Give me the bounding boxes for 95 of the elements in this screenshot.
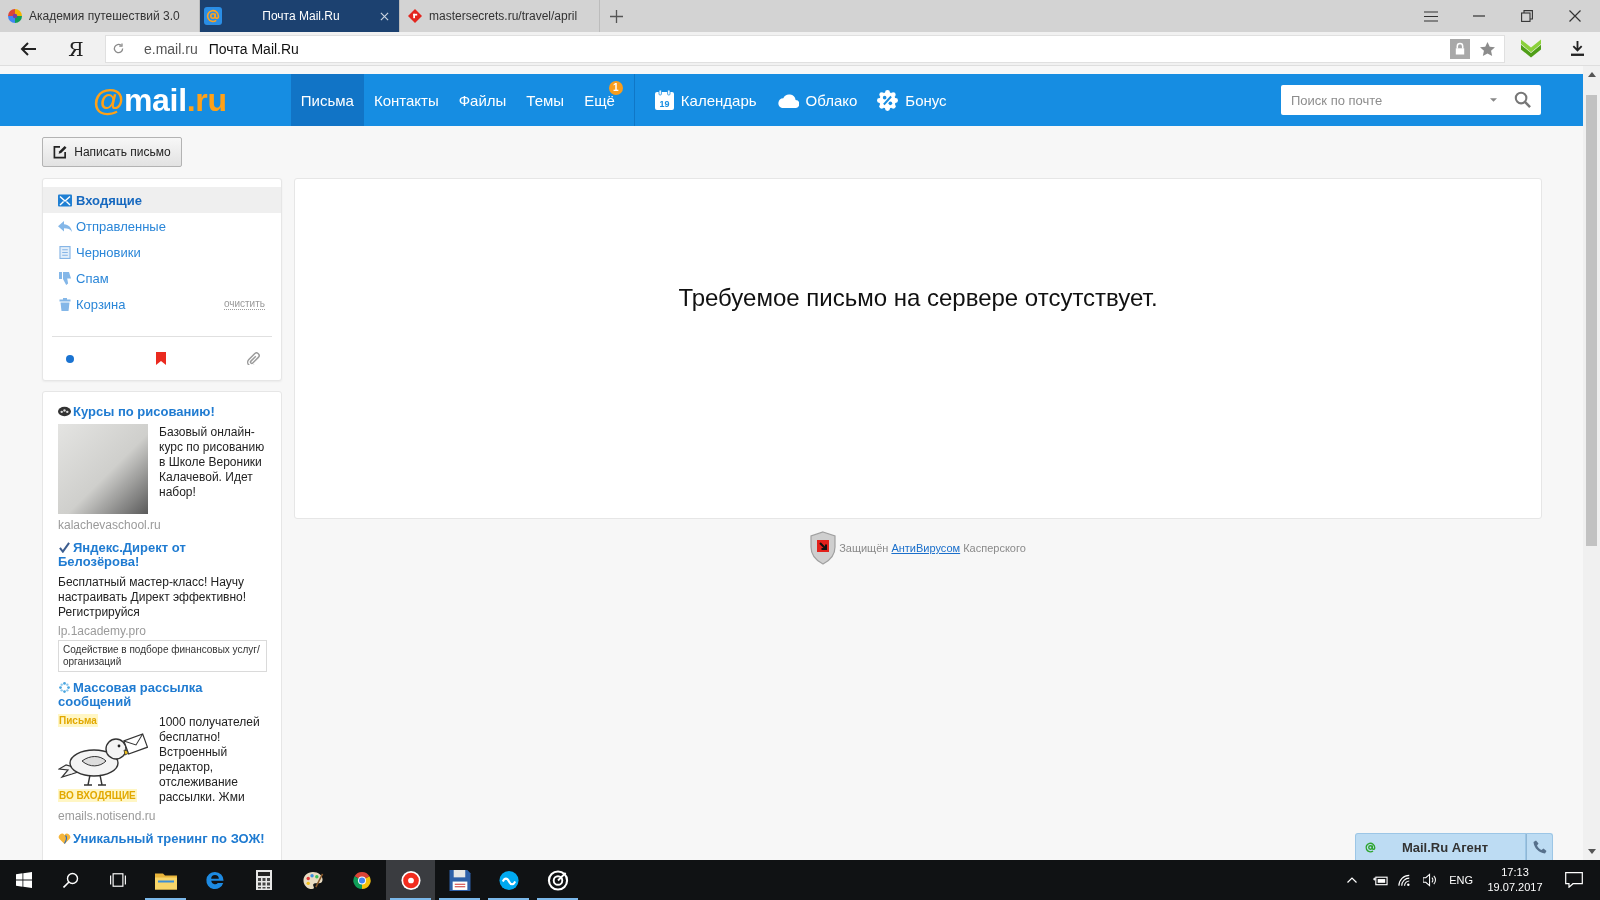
taskbar-button[interactable] — [386, 860, 435, 900]
envelope-icon — [58, 193, 72, 207]
edit-icon — [53, 145, 68, 159]
search-icon[interactable] — [62, 872, 79, 888]
start-icon[interactable] — [15, 872, 32, 888]
task-view-icon[interactable] — [109, 872, 126, 888]
notification-icon[interactable] — [1565, 872, 1583, 888]
wave-circle-icon — [497, 869, 520, 891]
phone-icon — [1532, 840, 1547, 854]
ad-domain: kalachevaschool.ru — [58, 518, 162, 532]
back-arrow-icon[interactable] — [20, 41, 36, 56]
calculator-icon — [255, 870, 272, 890]
service-link[interactable]: Облако — [776, 74, 858, 126]
service-link[interactable]: Бонус — [877, 74, 947, 126]
ad-note: Содействие в подборе финансовых услуг/организаций — [58, 640, 267, 672]
nav-tab[interactable]: Письма — [290, 74, 364, 126]
nav-tab[interactable]: Контакты — [363, 74, 449, 126]
diamond-icon — [408, 9, 422, 23]
color-wheel-icon — [8, 9, 22, 23]
folder-item[interactable]: Входящие — [43, 187, 281, 213]
language-indicator[interactable]: ENG — [1449, 874, 1473, 886]
illustration-caption: ВО ВХОДЯЩИЕ — [58, 789, 137, 802]
caret-icon[interactable] — [1490, 98, 1497, 102]
ad-text: 1000 получателей бесплатно! Встроенный редактор, отслеживание рассылки. Жми — [159, 715, 261, 805]
antivirus-link[interactable]: АнтиВирусом — [891, 542, 961, 554]
clock-date[interactable]: 19.07.2017 — [1487, 880, 1543, 895]
address-domain: e.mail.ru — [144, 40, 198, 57]
heart-icon — [58, 833, 71, 844]
scroll-up-icon[interactable] — [1587, 72, 1596, 77]
mail-logo[interactable]: @mail.ru — [93, 83, 227, 117]
star-icon[interactable] — [1480, 41, 1495, 56]
unread-dot-icon[interactable] — [66, 354, 74, 363]
clock-time[interactable]: 17:13 — [1501, 865, 1529, 880]
nav-tab[interactable]: Ещё 1 — [574, 74, 625, 126]
refresh-icon[interactable] — [113, 43, 124, 54]
at-sign-icon — [204, 7, 222, 25]
paperclip-icon[interactable] — [247, 352, 260, 365]
bookmark-icon[interactable] — [155, 352, 166, 365]
protection-text: Защищён АнтиВирусом Касперского — [839, 542, 1026, 554]
nav-tab[interactable]: Файлы — [448, 74, 517, 126]
thumbs-down-icon — [58, 271, 72, 285]
scroll-down-icon[interactable] — [1587, 849, 1596, 854]
clear-link[interactable]: очистить — [223, 298, 265, 310]
cloud-icon — [776, 92, 799, 108]
chevron-up-icon[interactable] — [1347, 877, 1358, 883]
compose-button[interactable]: Написать письмо — [42, 137, 182, 167]
service-link[interactable]: 19 Календарь — [654, 74, 757, 126]
menu-icon[interactable] — [1424, 10, 1438, 22]
oval-icon — [58, 406, 71, 417]
address-field[interactable]: e.mail.ru Почта Mail.Ru — [105, 34, 1505, 63]
illustration-caption: Письма — [58, 714, 98, 727]
disc-icon — [399, 869, 422, 891]
folder-item[interactable]: Корзина очистить — [43, 291, 281, 317]
folder-item[interactable]: Черновики — [43, 239, 281, 265]
browser-tab[interactable]: Почта Mail.Ru — [200, 0, 400, 32]
browser-logo-button[interactable]: Я — [56, 35, 96, 62]
empty-message-text: Требуемое письмо на сервере отсутствует. — [678, 284, 1158, 312]
reply-arrow-icon — [58, 219, 72, 233]
battery-icon[interactable] — [1373, 874, 1389, 886]
percent-badge-icon — [877, 89, 899, 111]
scrollbar-track[interactable] — [1583, 66, 1600, 860]
calendar-icon: 19 — [654, 90, 674, 110]
plus-icon[interactable] — [609, 9, 623, 23]
ad-title-link[interactable]: Массовая рассылка сообщений — [58, 681, 267, 709]
palette-icon — [301, 869, 324, 891]
call-button[interactable] — [1526, 833, 1553, 860]
nav-tab[interactable]: Темы — [516, 74, 575, 126]
ad-title-link[interactable]: Курсы по рисованию! — [58, 405, 267, 419]
ad-text: Бесплатный мастер-класс! Научу настраивать Директ эффективно! Регистрируйся — [58, 575, 248, 620]
ad-title-link[interactable]: Яндекс.Директ от Белозёрова! — [58, 541, 267, 569]
notification-badge: 1 — [608, 81, 623, 95]
trash-icon — [58, 297, 72, 311]
folder-item[interactable]: Отправленные — [43, 213, 281, 239]
ad-domain: lp.1academy.pro — [58, 624, 147, 638]
dotted-ring-icon — [58, 682, 71, 693]
restore-icon[interactable] — [1521, 10, 1533, 22]
ad-title-link[interactable]: Уникальный тренинг по ЗОЖ! — [58, 832, 267, 846]
tricolor-circle-icon — [350, 869, 373, 891]
page-title-text: Почта Mail.Ru — [208, 40, 299, 57]
download-icon[interactable] — [1570, 41, 1584, 56]
target-icon — [546, 869, 569, 891]
ad-domain: emails.notisend.ru — [58, 809, 157, 823]
down-arrow-icon[interactable] — [1521, 39, 1541, 58]
check-icon — [58, 542, 71, 553]
document-icon — [58, 245, 72, 259]
ad-text: Базовый онлайн-курс по рисованию в Школе Вероники Калачевой. Идет набор! — [159, 425, 266, 501]
letter-e-icon — [203, 869, 226, 891]
at-sign-icon — [1364, 840, 1377, 854]
agent-button[interactable]: Mail.Ru Агент — [1355, 833, 1526, 860]
folder-item[interactable]: Спам — [43, 265, 281, 291]
close-icon[interactable] — [1569, 10, 1581, 22]
shield-icon — [810, 531, 837, 565]
search-field[interactable]: Поиск по почте — [1281, 85, 1541, 115]
scrollbar-thumb[interactable] — [1586, 95, 1597, 546]
volume-icon[interactable] — [1423, 873, 1439, 887]
